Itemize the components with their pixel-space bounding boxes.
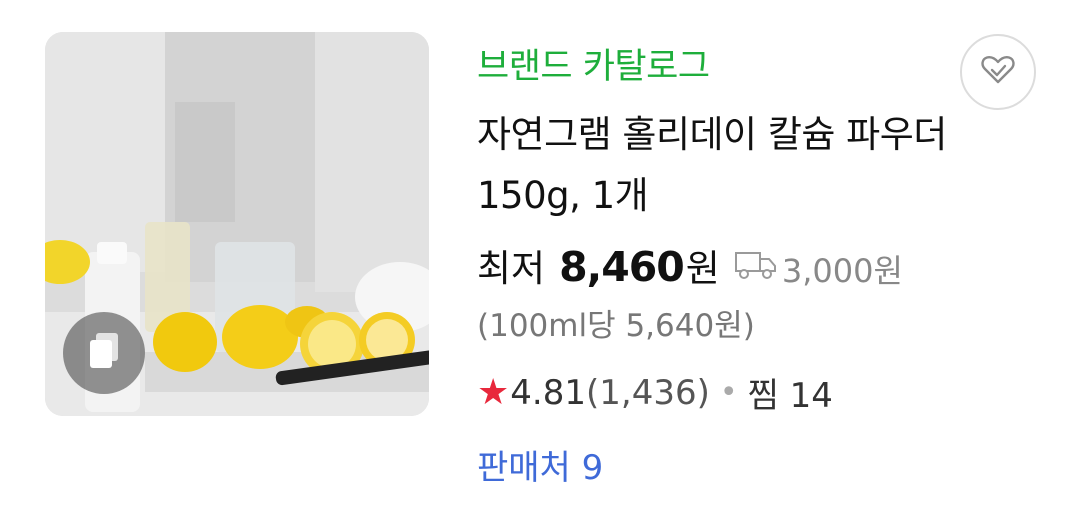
sellers-link[interactable]: 판매처 9 xyxy=(477,440,603,489)
image-badge xyxy=(63,312,145,394)
truck-icon xyxy=(734,249,782,289)
zzim-count: 찜 14 xyxy=(747,376,833,416)
shipping-fee: 3,000원 xyxy=(734,246,903,292)
star-icon: ★ xyxy=(477,372,510,413)
price-value: 8,460 xyxy=(559,243,685,291)
price-unit: 원 xyxy=(685,247,720,290)
product-title[interactable]: 자연그램 홀리데이 칼슘 파우더 150g, 1개 xyxy=(477,104,947,226)
zzim-button[interactable] xyxy=(960,34,1036,110)
price-row: 최저 8,460 원 3,000원 xyxy=(477,238,903,292)
unit-price: (100ml당 5,640원) xyxy=(477,308,755,344)
separator-dot: • xyxy=(719,375,738,410)
copy-icon xyxy=(86,331,122,375)
review-count[interactable]: (1,436) xyxy=(586,373,710,413)
heart-icon xyxy=(981,55,1015,89)
product-card[interactable]: 브랜드 카탈로그 자연그램 홀리데이 칼슘 파우더 150g, 1개 최저 8,… xyxy=(0,0,1080,529)
rating-row: ★ 4.81 (1,436) • 찜 14 xyxy=(477,368,833,417)
shipping-fee-text: 3,000원 xyxy=(781,252,903,290)
rating-value: 4.81 xyxy=(510,372,586,413)
brand-catalog-link[interactable]: 브랜드 카탈로그 xyxy=(477,38,710,89)
price-label: 최저 xyxy=(477,247,546,290)
